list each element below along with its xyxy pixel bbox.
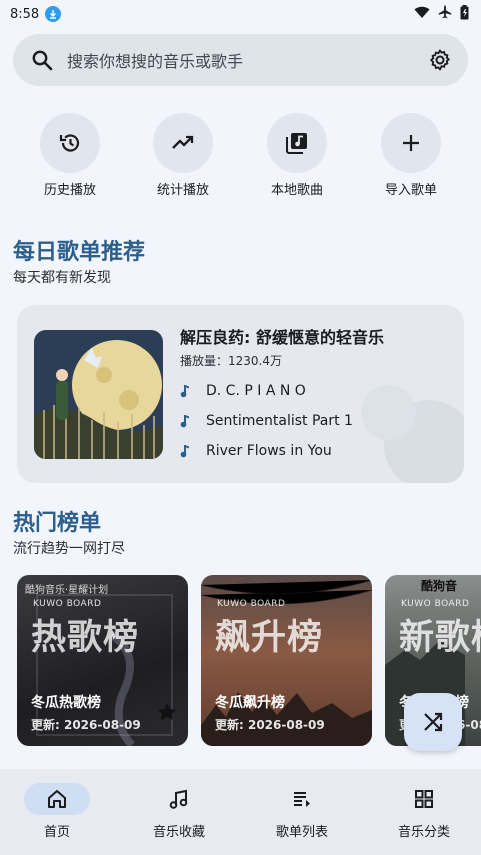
chart-big-title: 飙升榜 bbox=[215, 618, 324, 658]
nav-favorites-label: 音乐收藏 bbox=[152, 825, 205, 840]
trending-up-icon bbox=[171, 131, 195, 155]
music-note-icon bbox=[180, 414, 194, 428]
quick-import-button[interactable]: 导入歌单 bbox=[366, 113, 456, 198]
quick-actions: 历史播放 统计播放 本地歌曲 导入歌单 bbox=[0, 113, 481, 203]
music-note-icon bbox=[180, 384, 194, 398]
quick-local-button[interactable]: 本地歌曲 bbox=[252, 113, 342, 198]
track-title: River Flows in You bbox=[206, 443, 332, 459]
music-note-icon bbox=[168, 788, 190, 810]
quick-stats-label: 统计播放 bbox=[156, 183, 209, 198]
quick-local-label: 本地歌曲 bbox=[270, 183, 323, 198]
track-item[interactable]: D. C. P I A N O bbox=[180, 383, 306, 399]
track-title: Sentimentalist Part 1 bbox=[206, 413, 353, 429]
settings-gear-icon[interactable] bbox=[428, 48, 452, 72]
music-note-icon bbox=[180, 444, 194, 458]
chart-top-tag: 酷狗音 bbox=[421, 579, 458, 593]
status-bar: 8:58 bbox=[0, 0, 481, 28]
chart-card-hot[interactable]: 酷狗音乐·星耀计划 KUWO BOARD 热歌榜 冬瓜热歌榜 更新: 2026-… bbox=[17, 575, 188, 746]
nav-categories-label: 音乐分类 bbox=[397, 825, 450, 840]
chart-brand: KUWO BOARD bbox=[33, 599, 102, 609]
nav-home-label: 首页 bbox=[43, 825, 70, 840]
chart-card-rising[interactable]: KUWO BOARD 飙升榜 冬瓜飙升榜 更新: 2026-08-09 bbox=[201, 575, 372, 746]
track-item[interactable]: Sentimentalist Part 1 bbox=[180, 413, 353, 429]
chart-brand: KUWO BOARD bbox=[401, 599, 470, 609]
quick-stats-button[interactable]: 统计播放 bbox=[138, 113, 228, 198]
hot-section-title: 热门榜单 bbox=[13, 511, 102, 536]
quick-history-label: 历史播放 bbox=[43, 183, 96, 198]
shuffle-play-button[interactable] bbox=[404, 693, 462, 751]
nav-categories[interactable]: 音乐分类 bbox=[364, 783, 481, 840]
playlist-play-count: 播放量：1230.4万 bbox=[180, 354, 282, 368]
add-icon bbox=[400, 132, 422, 154]
history-icon bbox=[58, 131, 82, 155]
status-time: 8:58 bbox=[10, 6, 40, 22]
playlist-icon bbox=[291, 788, 313, 810]
chart-name: 冬瓜热歌榜 bbox=[31, 695, 101, 711]
track-title: D. C. P I A N O bbox=[206, 383, 306, 399]
hot-section-subtitle: 流行趋势一网打尽 bbox=[13, 541, 125, 557]
card-decoration bbox=[361, 385, 416, 440]
track-item[interactable]: River Flows in You bbox=[180, 443, 332, 459]
nav-playlists[interactable]: 歌单列表 bbox=[242, 783, 362, 840]
home-icon bbox=[46, 788, 68, 810]
chart-updated: 更新: 2026-08-09 bbox=[31, 718, 141, 732]
shuffle-icon bbox=[421, 710, 445, 734]
chart-big-title: 新歌榜 bbox=[399, 618, 481, 658]
search-input[interactable]: 搜索你想搜的音乐或歌手 bbox=[67, 48, 428, 72]
quick-import-label: 导入歌单 bbox=[384, 183, 437, 198]
daily-section-title: 每日歌单推荐 bbox=[13, 240, 146, 265]
quick-history-button[interactable]: 历史播放 bbox=[25, 113, 115, 198]
search-bar[interactable]: 搜索你想搜的音乐或歌手 bbox=[13, 34, 468, 86]
playlist-cover-image bbox=[34, 330, 163, 459]
chart-name: 冬瓜飙升榜 bbox=[215, 695, 285, 711]
daily-section-subtitle: 每天都有新发现 bbox=[13, 270, 111, 286]
nav-playlists-label: 歌单列表 bbox=[275, 825, 328, 840]
chart-big-title: 热歌榜 bbox=[31, 618, 140, 658]
chart-top-tag: 酷狗音乐·星耀计划 bbox=[25, 585, 109, 596]
airplane-icon bbox=[438, 5, 452, 23]
nav-favorites[interactable]: 音乐收藏 bbox=[119, 783, 239, 840]
bottom-navigation: 首页 音乐收藏 歌单列表 音乐分类 bbox=[0, 769, 481, 855]
chart-brand: KUWO BOARD bbox=[217, 599, 286, 609]
wifi-icon bbox=[414, 5, 430, 23]
daily-playlist-card[interactable]: 解压良药: 舒缓惬意的轻音乐 播放量：1230.4万 D. C. P I A N… bbox=[17, 305, 464, 483]
playlist-title: 解压良药: 舒缓惬意的轻音乐 bbox=[180, 328, 384, 347]
nav-home[interactable]: 首页 bbox=[0, 783, 117, 840]
search-icon bbox=[31, 49, 53, 71]
chart-updated: 更新: 2026-08-09 bbox=[215, 718, 325, 732]
download-icon bbox=[45, 6, 62, 22]
grid-icon bbox=[413, 788, 435, 810]
battery-icon bbox=[460, 4, 469, 24]
library-music-icon bbox=[285, 131, 309, 155]
